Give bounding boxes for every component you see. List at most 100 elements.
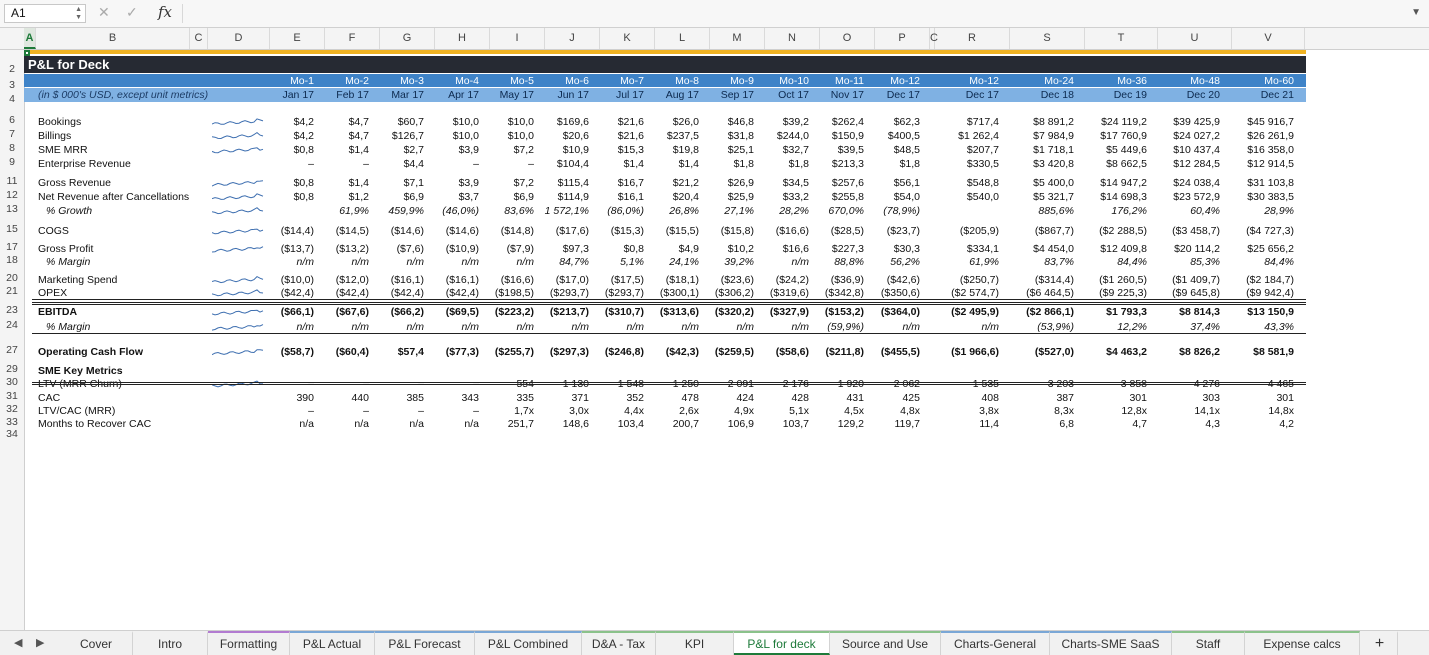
- column-header-h[interactable]: H: [435, 28, 490, 49]
- row-number[interactable]: 30: [0, 376, 24, 388]
- cell-value: 6,8: [1059, 418, 1074, 430]
- sparkline-path: [212, 289, 264, 297]
- month-header: Mo-12: [890, 75, 920, 87]
- row-number[interactable]: 8: [0, 142, 24, 154]
- confirm-icon[interactable]: ✓: [126, 4, 138, 21]
- column-header-a[interactable]: A: [24, 28, 36, 49]
- row-number[interactable]: 15: [0, 223, 24, 235]
- cell-value: $1 262,4: [958, 130, 999, 142]
- column-header-j[interactable]: J: [545, 28, 600, 49]
- row-number[interactable]: 24: [0, 319, 24, 331]
- sheet-tab[interactable]: KPI: [656, 631, 734, 655]
- gold-accent-strip: [24, 50, 1306, 54]
- row-number[interactable]: 27: [0, 344, 24, 356]
- name-box[interactable]: A1 ▲ ▼: [4, 4, 86, 23]
- column-header-r[interactable]: R: [935, 28, 1010, 49]
- row-number[interactable]: 11: [0, 175, 24, 187]
- month-header: Mo-9: [730, 75, 754, 87]
- row-number[interactable]: 31: [0, 390, 24, 402]
- prev-sheet-icon[interactable]: ◀: [14, 636, 22, 649]
- sheet-tabs: ◀ ▶ Cover Intro Formatting P&L Actual P&L Fo…: [0, 630, 1429, 655]
- column-header-s[interactable]: S: [1010, 28, 1085, 49]
- sheet-tab[interactable]: P&L Combined: [475, 631, 582, 655]
- cell-value: 1,7x: [514, 405, 534, 417]
- row-number[interactable]: 29: [0, 363, 24, 375]
- formula-input[interactable]: [182, 4, 1403, 23]
- column-header-v[interactable]: V: [1232, 28, 1305, 49]
- date-header: Oct 17: [778, 89, 809, 101]
- column-header-c[interactable]: C: [190, 28, 208, 49]
- cell-value: 148,6: [562, 418, 589, 430]
- row-number[interactable]: 2: [0, 63, 24, 75]
- name-box-stepper-icon[interactable]: ▲ ▼: [75, 6, 82, 22]
- row-number[interactable]: 23: [0, 304, 24, 316]
- column-header-l[interactable]: L: [655, 28, 710, 49]
- sheet-tab[interactable]: P&L for deck: [734, 631, 830, 655]
- row-number[interactable]: 33: [0, 416, 24, 428]
- row-number[interactable]: 17: [0, 241, 24, 253]
- cancel-icon[interactable]: ✕: [98, 4, 110, 21]
- sheet-tab[interactable]: P&L Forecast: [375, 631, 475, 655]
- cell-value: 301: [1129, 392, 1147, 404]
- sparkline-path: [212, 131, 264, 140]
- cell-value: n/m: [516, 256, 534, 268]
- column-header-i[interactable]: I: [490, 28, 545, 49]
- sheet-tab[interactable]: Expense calcs: [1245, 631, 1360, 655]
- row-label: Gross Profit: [38, 243, 94, 255]
- row-number[interactable]: 7: [0, 128, 24, 140]
- column-header-d[interactable]: D: [208, 28, 270, 49]
- month-header-bar: [24, 74, 1306, 87]
- row-number[interactable]: 32: [0, 403, 24, 415]
- cell-value: 14,1x: [1194, 405, 1220, 417]
- row-number[interactable]: 12: [0, 189, 24, 201]
- column-header-k[interactable]: K: [600, 28, 655, 49]
- sparkline-path: [212, 309, 264, 316]
- date-header: Dec 17: [886, 89, 920, 101]
- row-number[interactable]: 20: [0, 272, 24, 284]
- row-number[interactable]: 9: [0, 156, 24, 168]
- sheet-tab[interactable]: Formatting: [208, 631, 290, 655]
- column-header-f[interactable]: F: [325, 28, 380, 49]
- cell-value: $15,3: [617, 144, 644, 156]
- row-number[interactable]: 3: [0, 79, 24, 91]
- cell-value: n/m: [681, 321, 699, 333]
- cell-value: n/m: [461, 256, 479, 268]
- expand-formula-icon[interactable]: ▼: [1411, 7, 1421, 18]
- cell-value: 106,9: [727, 418, 754, 430]
- cell-value: $3,9: [458, 177, 479, 189]
- cell-value: $8 814,3: [1179, 306, 1220, 318]
- row-number[interactable]: 18: [0, 254, 24, 266]
- row-label: CAC: [38, 392, 61, 404]
- sheet-tab[interactable]: Cover: [60, 631, 133, 655]
- row-number[interactable]: 21: [0, 285, 24, 297]
- column-header-e[interactable]: E: [270, 28, 325, 49]
- sheet-tab[interactable]: D&A - Tax: [582, 631, 656, 655]
- column-header-n[interactable]: N: [765, 28, 820, 49]
- row-number[interactable]: 6: [0, 114, 24, 126]
- column-header-o[interactable]: O: [820, 28, 875, 49]
- add-sheet-button[interactable]: +: [1362, 631, 1398, 655]
- column-header-t[interactable]: T: [1085, 28, 1158, 49]
- sheet-tab[interactable]: Charts-General: [941, 631, 1050, 655]
- sheet-tab[interactable]: Charts-SME SaaS: [1050, 631, 1172, 655]
- sheet-tab[interactable]: Intro: [133, 631, 208, 655]
- sheet-grid[interactable]: P&L for Deck (in $ 000's USD, except uni…: [24, 50, 1429, 630]
- select-all-corner[interactable]: [0, 28, 25, 49]
- column-header-u[interactable]: U: [1158, 28, 1232, 49]
- next-sheet-icon[interactable]: ▶: [36, 636, 44, 649]
- fx-icon[interactable]: fx: [158, 3, 172, 21]
- sheet-tab[interactable]: Source and Use: [830, 631, 941, 655]
- row-number[interactable]: 13: [0, 203, 24, 215]
- row-number[interactable]: 34: [0, 428, 24, 440]
- column-header-b[interactable]: B: [36, 28, 190, 49]
- cell-value: $7,2: [513, 144, 534, 156]
- column-header-p[interactable]: P: [875, 28, 930, 49]
- cell-value: ($1 260,5): [1099, 274, 1147, 286]
- cell-value: $14 947,2: [1100, 177, 1147, 189]
- sheet-tab[interactable]: P&L Actual: [290, 631, 375, 655]
- row-number[interactable]: 4: [0, 93, 24, 105]
- column-header-g[interactable]: G: [380, 28, 435, 49]
- sheet-tab[interactable]: Staff: [1172, 631, 1245, 655]
- column-header-m[interactable]: M: [710, 28, 765, 49]
- cell-value: $4,7: [348, 130, 369, 142]
